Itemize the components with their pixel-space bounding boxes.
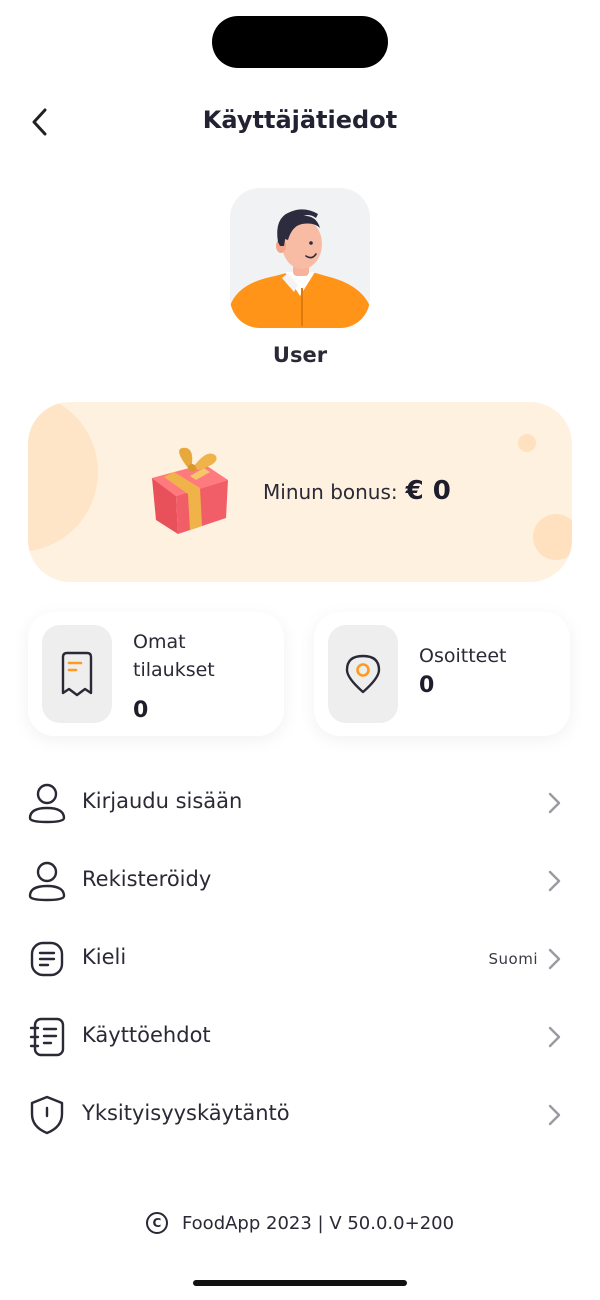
- menu-item-label: Kieli: [82, 945, 127, 969]
- menu-list: Kirjaudu sisään Rekisteröidy Kieli Suomi: [0, 764, 600, 1154]
- menu-item-label: Kirjaudu sisään: [82, 789, 243, 813]
- chevron-right-icon: [548, 1104, 561, 1126]
- menu-item-label: Käyttöehdot: [82, 1023, 211, 1047]
- home-indicator[interactable]: [193, 1280, 407, 1286]
- user-name: User: [272, 343, 328, 367]
- menu-item-terms[interactable]: Käyttöehdot: [0, 998, 600, 1076]
- menu-item-language[interactable]: Kieli Suomi: [0, 920, 600, 998]
- shield-icon: [26, 1094, 68, 1136]
- bonus-card[interactable]: Minun bonus: € 0: [28, 402, 572, 582]
- copyright-icon: © C: [145, 1212, 168, 1234]
- chevron-right-icon: [548, 1026, 561, 1048]
- orders-count: 0: [133, 698, 149, 723]
- receipt-icon: [61, 651, 93, 697]
- decorative-circle: [28, 402, 98, 552]
- menu-item-login[interactable]: Kirjaudu sisään: [0, 764, 600, 842]
- chevron-right-icon: [548, 948, 561, 970]
- bonus-label: Minun bonus:: [263, 480, 398, 504]
- notebook-icon: [26, 1016, 68, 1058]
- addresses-card[interactable]: Osoitteet 0: [314, 612, 570, 736]
- decorative-circle: [518, 434, 536, 452]
- addresses-icon-box: [328, 625, 398, 723]
- user-icon: [26, 782, 68, 824]
- user-icon: [26, 860, 68, 902]
- footer: © C FoodApp 2023 | V 50.0.0+200: [0, 1212, 600, 1234]
- orders-icon-box: [42, 625, 112, 723]
- dynamic-island: [212, 16, 388, 68]
- chevron-right-icon: [548, 870, 561, 892]
- menu-item-privacy[interactable]: Yksityisyyskäytäntö: [0, 1076, 600, 1154]
- bonus-text: Minun bonus: € 0: [263, 476, 451, 506]
- bonus-value: € 0: [405, 476, 451, 506]
- addresses-count: 0: [419, 673, 435, 698]
- menu-item-label: Rekisteröidy: [82, 867, 212, 891]
- document-icon: [26, 938, 68, 980]
- header: Käyttäjätiedot: [0, 90, 600, 154]
- user-avatar-illustration: [230, 209, 370, 328]
- chevron-right-icon: [548, 792, 561, 814]
- footer-text: FoodApp 2023 | V 50.0.0+200: [181, 1212, 455, 1234]
- page-title: Käyttäjätiedot: [202, 106, 398, 134]
- menu-item-label: Yksityisyyskäytäntö: [82, 1101, 290, 1125]
- my-orders-card[interactable]: Omat tilaukset 0: [28, 612, 284, 736]
- decorative-circle: [533, 514, 572, 560]
- location-pin-icon: [345, 654, 381, 694]
- menu-item-register[interactable]: Rekisteröidy: [0, 842, 600, 920]
- gift-icon: [152, 447, 228, 534]
- language-value: Suomi: [488, 950, 538, 968]
- avatar[interactable]: [230, 188, 370, 328]
- orders-label: Omat tilaukset: [133, 631, 215, 681]
- addresses-label: Osoitteet: [419, 645, 507, 667]
